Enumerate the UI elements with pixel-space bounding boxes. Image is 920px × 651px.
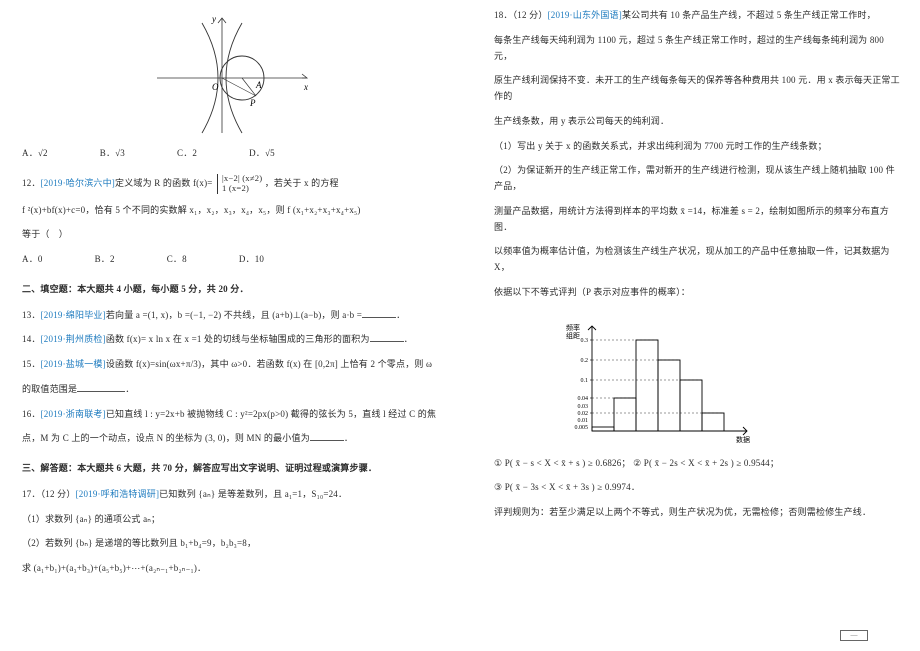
q17-source: [2019·呼和浩特调研]: [76, 489, 160, 499]
svg-text:数据: 数据: [736, 435, 750, 444]
svg-text:O: O: [212, 82, 219, 92]
q15-line1: 15．[2019·盐城一模]设函数 f(x)=sin(ωx+π/3)，其中 ω>…: [22, 357, 456, 373]
q18-p2b: 测量产品数据，用统计方法得到样本的平均数 x̄ =14，标准差 s = 2，绘制…: [494, 204, 904, 236]
q11-opt-c: 2: [192, 146, 197, 162]
q16-line1: 16．[2019·浙南联考]已知直线 l : y=2x+b 被抛物线 C : y…: [22, 407, 456, 423]
svg-text:0.005: 0.005: [575, 425, 589, 431]
q18-header: 18．（12 分）[2019·山东外国语]某公司共有 10 条产品生产线，不超过…: [494, 8, 904, 24]
q18-l3: 原生产线利润保持不变．未开工的生产线每条每天的保养等各种费用共 100 元．用 …: [494, 73, 904, 105]
svg-text:y: y: [211, 14, 216, 24]
q11-opt-a: √2: [38, 146, 48, 162]
q12-stem: 12．[2019·哈尔滨六中]定义域为 R 的函数 f(x)= |x−2| (x…: [22, 174, 456, 194]
svg-text:P: P: [249, 98, 256, 108]
q18-ineq2: ③ P( x̄ − 3s < X < x̄ + 3s ) ≥ 0.9974．: [494, 480, 904, 496]
q18-ineq1: ① P( x̄ − s < X < x̄ + s ) ≥ 0.6826； ② P…: [494, 456, 904, 472]
svg-text:0.3: 0.3: [581, 338, 589, 344]
q14: 14．[2019·荆州质检]函数 f(x)= x ln x 在 x =1 处的切…: [22, 332, 456, 348]
svg-text:0.02: 0.02: [578, 411, 589, 417]
q16-source: [2019·浙南联考]: [41, 409, 106, 419]
q14-source: [2019·荆州质检]: [41, 334, 106, 344]
svg-text:组距: 组距: [566, 331, 580, 340]
svg-text:x: x: [303, 82, 308, 92]
svg-text:0.04: 0.04: [578, 396, 589, 402]
q11-options: A．√2 B．√3 C．2 D．√5: [22, 146, 456, 162]
q12-eq: f ²(x)+bf(x)+c=0，恰有 5 个不同的实数解 x₁，x₂，x₃，x…: [22, 203, 456, 219]
q13: 13．[2019·绵阳毕业]若向量 a =(1, x)，b =(−1, −2) …: [22, 308, 456, 324]
q12-opt-a: 0: [38, 252, 43, 268]
svg-text:0.2: 0.2: [581, 358, 589, 364]
q17-sum: 求 (a₁+b₁)+(a₃+b₃)+(a₅+b₅)+⋯+(a₂ₙ₋₁+b₂ₙ₋₁…: [22, 561, 456, 577]
q18-p2c: 以频率值为概率估计值，为检测该生产线生产状况，现从加工的产品中任意抽取一件，记其…: [494, 244, 904, 276]
q12-tail: 等于（ ）: [22, 227, 456, 243]
q18-source: [2019·山东外国语]: [548, 10, 622, 20]
q17-part1: （1）求数列 {aₙ} 的通项公式 aₙ；: [22, 512, 456, 528]
conic-figure: O A P x y: [152, 8, 312, 138]
q18-p1: （1）写出 y 关于 x 的函数关系式，并求出纯利润为 7700 元时工作的生产…: [494, 139, 904, 155]
q18-p2a: （2）为保证新开的生产线正常工作，需对新开的生产线进行检测，现从该生产线上随机抽…: [494, 163, 904, 195]
page-widget-icon: —: [840, 630, 868, 641]
q12-source: [2019·哈尔滨六中]: [41, 178, 115, 188]
frequency-histogram: 频率 组距 数据 0.3 0.2 0.1 0.04 0.03 0.02 0.01…: [552, 316, 762, 446]
svg-text:0.1: 0.1: [581, 378, 589, 384]
svg-text:0.01: 0.01: [578, 418, 589, 424]
q12-options: A．0 B．2 C．8 D．10: [22, 252, 456, 268]
q18-rule: 评判规则为：若至少满足以上两个不等式，则生产状况为优，无需检修；否则需检修生产线…: [494, 505, 904, 521]
q17-part2: （2）若数列 {bₙ} 是递增的等比数列且 b₁+b₄=9，b₂b₃=8，: [22, 536, 456, 552]
section-2-title: 二、填空题：本大题共 4 小题，每小题 5 分，共 20 分．: [22, 282, 456, 298]
q16-line2: 点，M 为 C 上的一个动点，设点 N 的坐标为 (3, 0)，则 MN 的最小…: [22, 431, 456, 447]
q13-source: [2019·绵阳毕业]: [41, 310, 106, 320]
svg-text:频率: 频率: [566, 323, 580, 332]
q18-l2: 每条生产线每天纯利润为 1100 元，超过 5 条生产线正常工作时，超过的生产线…: [494, 33, 904, 65]
q12-opt-c: 8: [182, 252, 187, 268]
svg-text:0.03: 0.03: [578, 404, 589, 410]
section-3-title: 三、解答题：本大题共 6 大题，共 70 分，解答应写出文字说明、证明过程或演算…: [22, 461, 456, 477]
q11-opt-d: √5: [265, 146, 275, 162]
q18-p2d: 依据以下不等式评判（P 表示对应事件的概率）：: [494, 285, 904, 301]
q11-opt-b: √3: [115, 146, 125, 162]
svg-text:A: A: [255, 80, 262, 90]
q12-opt-b: 2: [110, 252, 115, 268]
q17-header: 17．（12 分）[2019·呼和浩特调研]已知数列 {aₙ} 是等差数列，且 …: [22, 487, 456, 503]
q15-source: [2019·盐城一模]: [41, 359, 106, 369]
q18-l4: 生产线条数，用 y 表示公司每天的纯利润．: [494, 114, 904, 130]
q15-line2: 的取值范围是．: [22, 382, 456, 398]
q12-opt-d: 10: [255, 252, 264, 268]
